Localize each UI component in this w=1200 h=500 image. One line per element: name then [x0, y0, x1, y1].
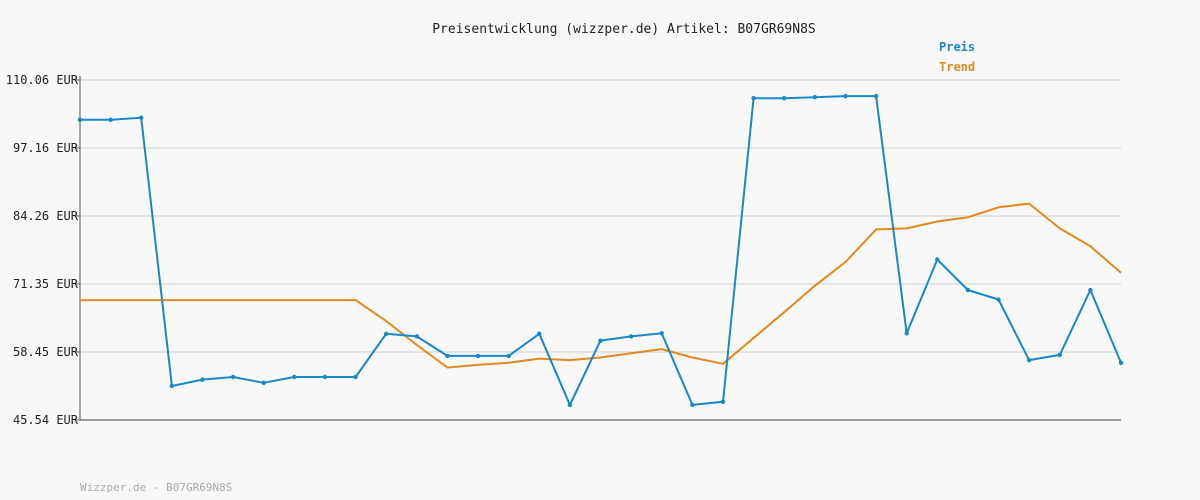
data-point-preis: [904, 331, 909, 336]
data-point-preis: [720, 399, 726, 404]
data-point-preis: [537, 331, 542, 336]
data-point-preis: [996, 297, 1001, 302]
data-point-preis: [230, 374, 236, 380]
data-point-preis: [843, 93, 848, 99]
data-point-preis: [628, 334, 634, 339]
legend-entry-preis: Preis: [939, 40, 975, 54]
data-point-preis: [567, 402, 573, 408]
data-point-preis: [475, 353, 481, 359]
legend: Preis Trend: [939, 40, 975, 74]
data-point-preis: [169, 383, 175, 389]
data-point-preis: [873, 93, 879, 99]
data-point-preis: [751, 96, 756, 101]
data-point-preis: [261, 380, 266, 385]
data-point-preis: [965, 287, 971, 293]
data-point-preis: [139, 115, 144, 120]
y-tick-label: 84.26 EUR: [13, 209, 79, 223]
y-tick-label: 97.16 EUR: [13, 141, 79, 155]
y-tick-label: 71.35 EUR: [13, 277, 79, 291]
data-point-preis: [292, 374, 297, 380]
footer-credit: Wizzper.de - B07GR69N8S: [80, 481, 232, 494]
data-point-preis: [383, 331, 389, 336]
data-point-preis: [690, 402, 695, 408]
series-line-preis: [80, 95, 1122, 406]
data-point-preis: [322, 374, 328, 380]
legend-entry-trend: Trend: [939, 60, 975, 74]
data-point-preis: [77, 117, 83, 123]
data-point-preis: [200, 377, 205, 382]
data-point-preis: [1057, 352, 1062, 358]
data-point-preis: [598, 338, 603, 343]
data-point-preis: [414, 334, 419, 339]
data-point-preis: [506, 353, 511, 359]
y-axis: 110.06 EUR 97.16 EUR 84.26 EUR 71.35 EUR 58.…: [6, 73, 1121, 427]
data-point-preis: [935, 257, 940, 262]
data-point-preis: [1118, 360, 1124, 365]
data-point-preis: [353, 374, 358, 380]
y-tick-label: 45.54 EUR: [13, 413, 79, 427]
data-point-preis: [659, 331, 664, 336]
chart-title: Preisentwicklung (wizzper.de) Artikel: B…: [432, 22, 816, 37]
data-point-preis: [108, 117, 113, 123]
data-point-preis: [812, 94, 818, 100]
y-tick-label: 110.06 EUR: [6, 73, 79, 87]
data-point-preis: [1026, 357, 1032, 363]
price-chart: Preisentwicklung (wizzper.de) Artikel: B…: [6, 22, 1124, 494]
y-tick-label: 58.45 EUR: [13, 345, 79, 359]
grid-lines: [80, 79, 1121, 421]
data-point-preis: [782, 96, 787, 101]
data-point-preis: [1088, 287, 1093, 293]
data-point-preis: [445, 353, 450, 359]
series-layer: [77, 93, 1124, 408]
